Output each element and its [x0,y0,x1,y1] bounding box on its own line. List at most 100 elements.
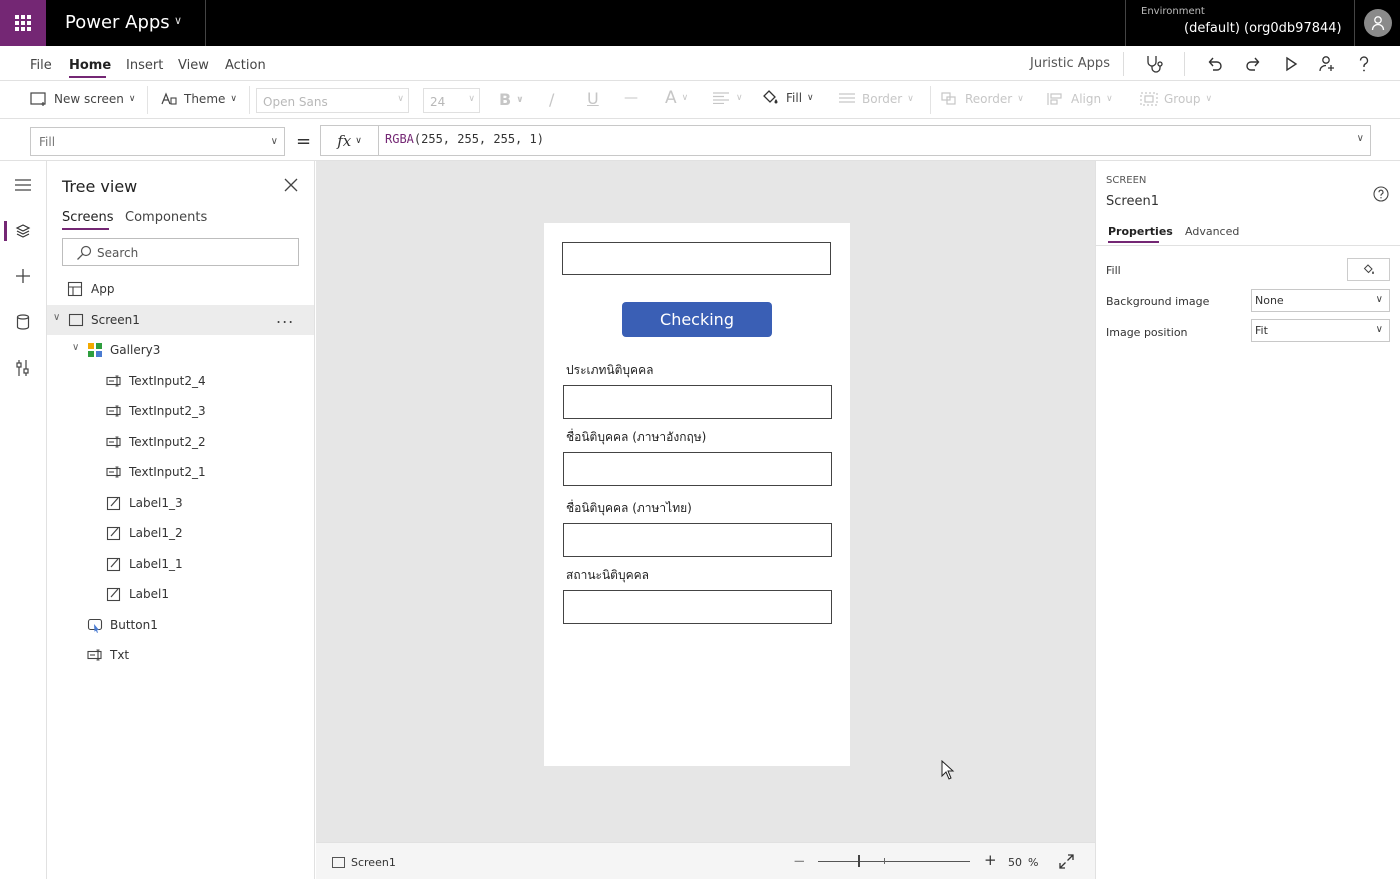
reorder-button[interactable]: Reorder ∨ [941,92,1024,106]
font-family-select[interactable]: Open Sans ∨ [256,88,409,113]
hamburger-icon[interactable] [13,175,33,195]
background-image-value: None [1255,294,1284,307]
chevron-down-icon[interactable]: ∨ [53,312,60,323]
redo-icon[interactable] [1243,54,1263,74]
formula-input[interactable]: fx ∨ RGBA(255, 255, 255, 1) ∨ [320,125,1371,156]
current-screen-indicator[interactable]: Screen1 [332,856,396,869]
zoom-slider-thumb[interactable] [857,855,860,867]
tree-search-input[interactable]: Search [62,238,299,266]
background-image-select[interactable]: None ∨ [1251,289,1390,312]
canvas-text-input-status[interactable] [563,590,832,624]
more-options-icon[interactable]: ... [276,308,294,327]
equals-sign: = [296,131,312,152]
canvas-text-input-type[interactable] [563,385,832,419]
canvas-text-input-top[interactable] [562,242,831,275]
menu-insert[interactable]: Insert [126,58,163,73]
image-position-label: Image position [1106,326,1188,339]
tree-item-textinput2-3[interactable]: TextInput2_3 [47,396,314,426]
app-checker-icon[interactable] [1144,54,1164,74]
chevron-down-icon[interactable]: ∨ [72,342,79,353]
tree-item-label1-1[interactable]: Label1_1 [47,549,314,579]
theme-button[interactable]: Theme ∨ [160,92,237,106]
zoom-out-button[interactable]: − [793,852,806,870]
strikethrough-button[interactable]: — [624,90,638,106]
menu-home[interactable]: Home [69,58,111,73]
tree-item-textinput2-1[interactable]: TextInput2_1 [47,457,314,487]
app-icon [67,281,83,297]
text-align-button[interactable]: ∨ [712,92,743,104]
underline-button[interactable]: U [587,89,599,108]
bold-button[interactable]: B ∨ [499,90,524,109]
menu-view[interactable]: View [178,58,209,73]
share-icon[interactable] [1317,54,1337,74]
canvas-text-input-name-th[interactable] [563,523,832,557]
border-button[interactable]: Border ∨ [838,92,914,106]
plus-icon[interactable] [13,266,33,286]
layers-icon[interactable] [13,221,33,241]
tree-item-label1-3[interactable]: Label1_3 [47,488,314,518]
label-juristic-type[interactable]: ประเภทนิติบุคคล [566,361,653,380]
checking-button[interactable]: Checking [622,302,772,337]
undo-icon[interactable] [1205,54,1225,74]
label-juristic-name-th[interactable]: ชื่อนิติบุคคล (ภาษาไทย) [566,499,692,518]
zoom-slider[interactable] [818,861,970,862]
align-button[interactable]: Align ∨ [1047,92,1113,106]
formula-text[interactable]: RGBA(255, 255, 255, 1) [385,132,544,146]
tree-item-textinput2-4[interactable]: TextInput2_4 [47,366,314,396]
database-icon[interactable] [13,312,33,332]
fit-to-window-icon[interactable] [1059,854,1074,869]
environment-picker[interactable]: Environment (default) (org0db97844) [1125,0,1353,46]
app-launcher-button[interactable] [0,0,46,46]
tab-screens[interactable]: Screens [62,210,113,225]
strikethrough-icon: — [624,90,638,106]
tab-components[interactable]: Components [125,210,207,225]
close-icon[interactable] [283,177,299,193]
property-select[interactable]: Fill ∨ [30,127,285,156]
divider [205,0,206,46]
tree-item-gallery3[interactable]: ∨ Gallery3 [47,335,314,365]
chevron-down-icon[interactable]: ∨ [174,14,182,27]
font-color-button[interactable]: A ∨ [665,88,688,108]
help-icon[interactable] [1354,54,1374,74]
app-title[interactable]: Power Apps [65,12,170,33]
tree-item-txt[interactable]: Txt [47,640,314,670]
new-screen-button[interactable]: New screen ∨ [30,92,135,106]
tab-properties[interactable]: Properties [1108,225,1173,238]
expand-formula-icon[interactable]: ∨ [1357,133,1364,144]
tree-item-label: App [91,282,115,296]
waffle-icon [15,15,31,31]
play-icon[interactable] [1281,54,1301,74]
fx-button[interactable]: fx ∨ [321,126,379,155]
search-placeholder: Search [97,246,139,260]
tree-item-label1-2[interactable]: Label1_2 [47,518,314,548]
chevron-down-icon: ∨ [807,93,814,103]
group-button[interactable]: Group ∨ [1140,92,1212,106]
tree-item-app[interactable]: App [47,274,314,304]
menu-file[interactable]: File [30,58,52,73]
tree-item-screen1[interactable]: ∨ Screen1 ... [47,305,314,335]
tree-item-button1[interactable]: Button1 [47,610,314,640]
tree-item-label: Label1 [129,587,170,601]
label-juristic-status[interactable]: สถานะนิติบุคคล [566,566,649,585]
fill-color-picker[interactable] [1347,258,1390,281]
zoom-value[interactable]: 50 [1008,856,1022,869]
image-position-select[interactable]: Fit ∨ [1251,319,1390,342]
canvas-text-input-name-en[interactable] [563,452,832,486]
label-juristic-name-en[interactable]: ชื่อนิติบุคคล (ภาษาอังกฤษ) [566,428,706,447]
advanced-tools-icon[interactable] [13,358,33,378]
design-canvas[interactable]: Checking ประเภทนิติบุคคล ชื่อนิติบุคคล (… [316,161,1095,842]
fill-button[interactable]: Fill ∨ [762,90,814,106]
tab-advanced[interactable]: Advanced [1185,225,1239,238]
tree-item-label1[interactable]: Label1 [47,579,314,609]
font-size-select[interactable]: 24 ∨ [423,88,480,113]
zoom-in-button[interactable]: + [984,851,997,869]
screen-preview[interactable]: Checking ประเภทนิติบุคคล ชื่อนิติบุคคล (… [544,223,850,766]
help-icon[interactable] [1373,186,1389,202]
italic-button[interactable]: / [549,90,554,109]
tree-item-textinput2-2[interactable]: TextInput2_2 [47,427,314,457]
selected-name: Screen1 [1106,194,1159,209]
active-tab-indicator [62,228,109,230]
account-button[interactable] [1354,0,1400,46]
text-input-icon [106,375,121,387]
menu-action[interactable]: Action [225,58,266,73]
